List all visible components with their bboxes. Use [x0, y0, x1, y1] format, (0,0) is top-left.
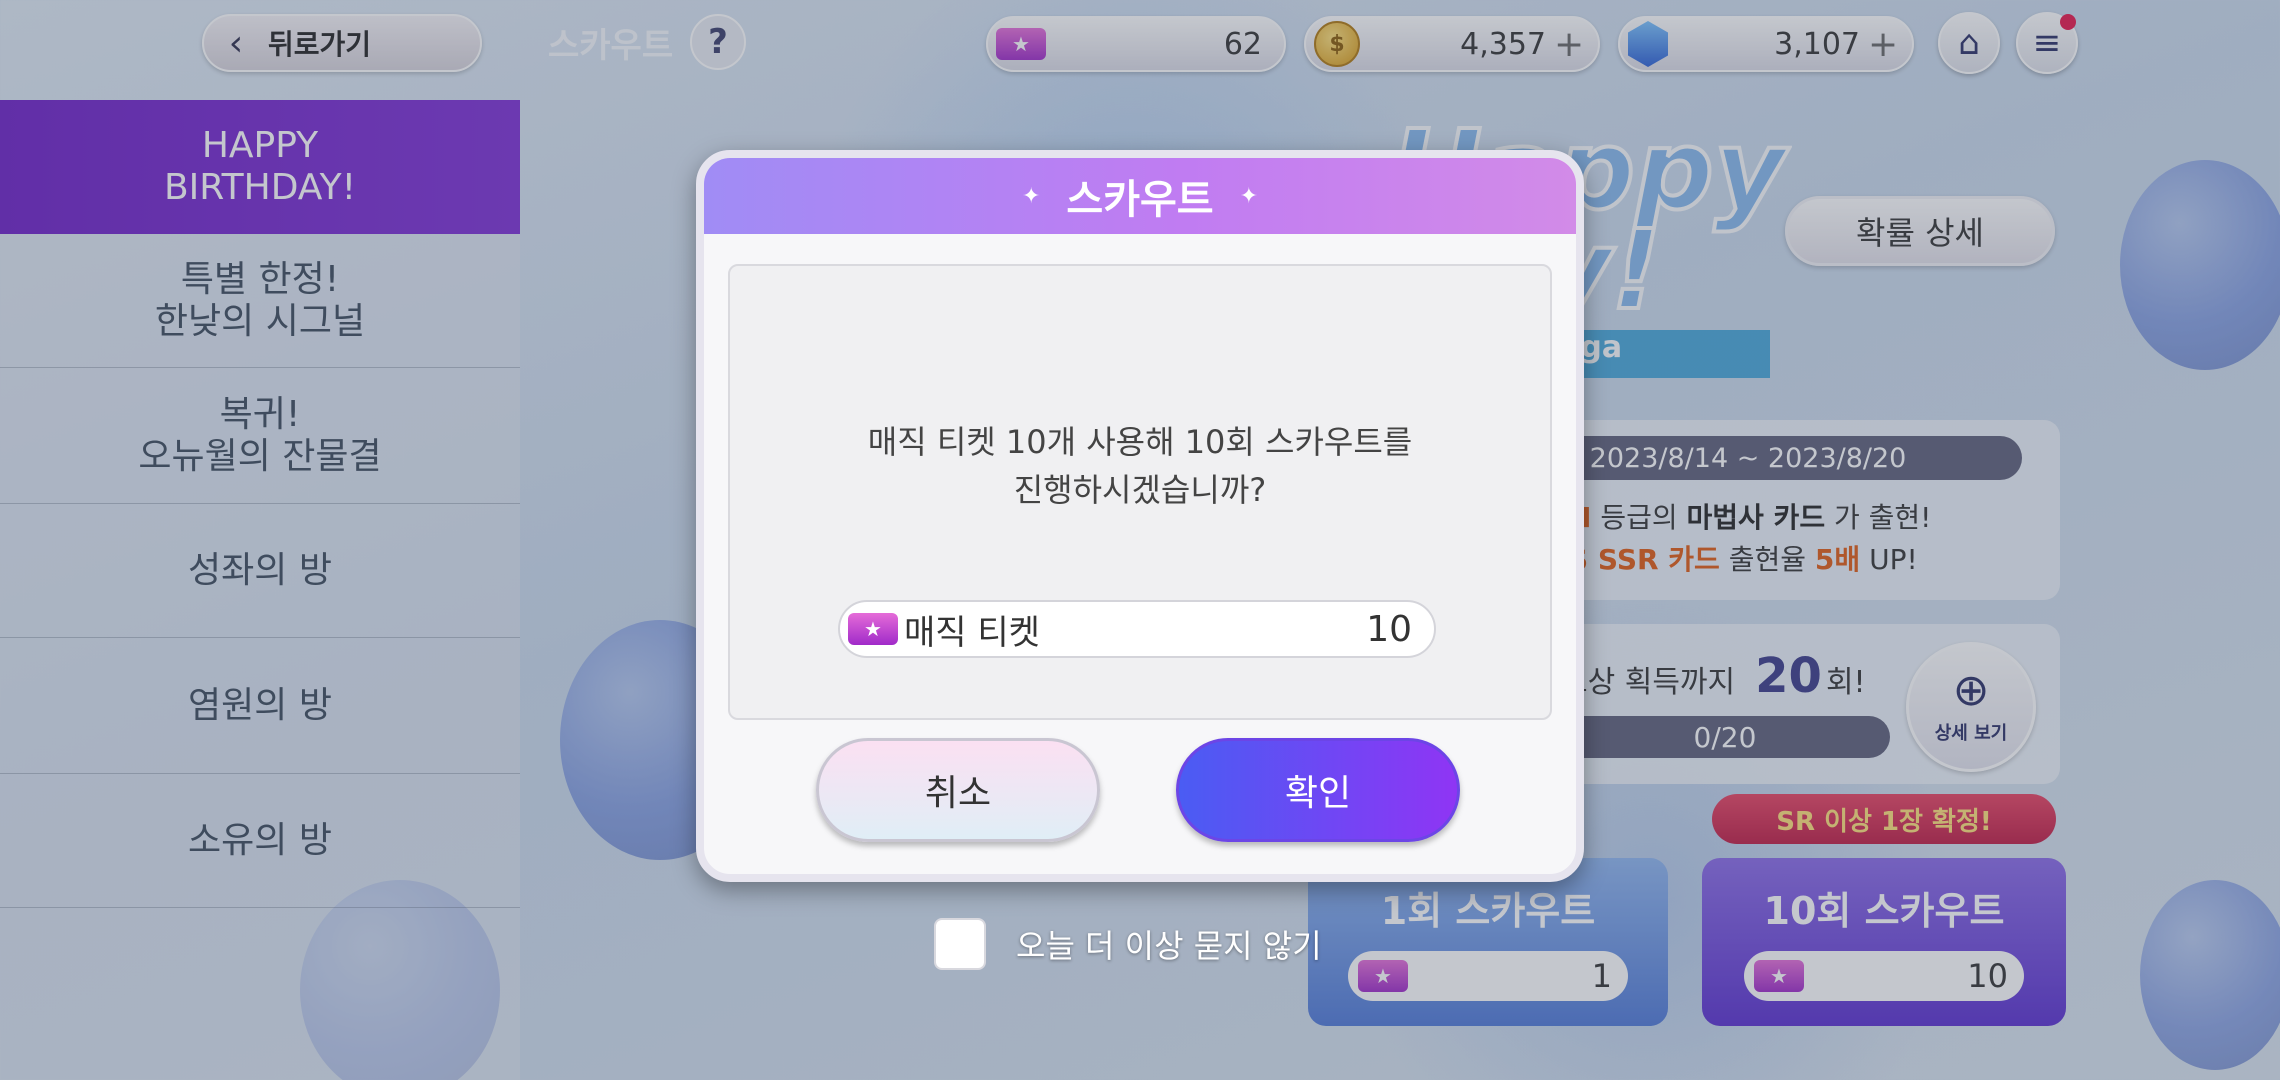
dialog-message: 매직 티켓 10개 사용해 10회 스카우트를 진행하시겠습니까?: [867, 423, 1413, 509]
confirm-button[interactable]: 확인: [1176, 738, 1460, 842]
dialog-message-box: 매직 티켓 10개 사용해 10회 스카우트를 진행하시겠습니까? ★ 매직 티…: [728, 264, 1552, 720]
dont-ask-label: 오늘 더 이상 묻지 않기: [1016, 927, 1322, 965]
ticket-cost-value: 10: [1366, 608, 1412, 650]
sparkle-icon: ✦: [1021, 183, 1041, 209]
cancel-button[interactable]: 취소: [816, 738, 1100, 842]
ticket-cost-label: 매직 티켓: [904, 612, 1040, 653]
dont-ask-today-option[interactable]: 오늘 더 이상 묻지 않기: [934, 918, 1322, 970]
dont-ask-checkbox[interactable]: [934, 918, 986, 970]
magic-ticket-icon: ★: [848, 613, 898, 645]
sparkle-icon: ✦: [1239, 183, 1259, 209]
scout-confirm-dialog: ✦ 스카우트 ✦ 매직 티켓 10개 사용해 10회 스카우트를 진행하시겠습니…: [696, 150, 1584, 882]
ticket-cost-pill: ★ 매직 티켓 10: [838, 600, 1436, 658]
dialog-header: ✦ 스카우트 ✦: [704, 158, 1576, 234]
dialog-title: 스카우트: [1066, 177, 1214, 223]
